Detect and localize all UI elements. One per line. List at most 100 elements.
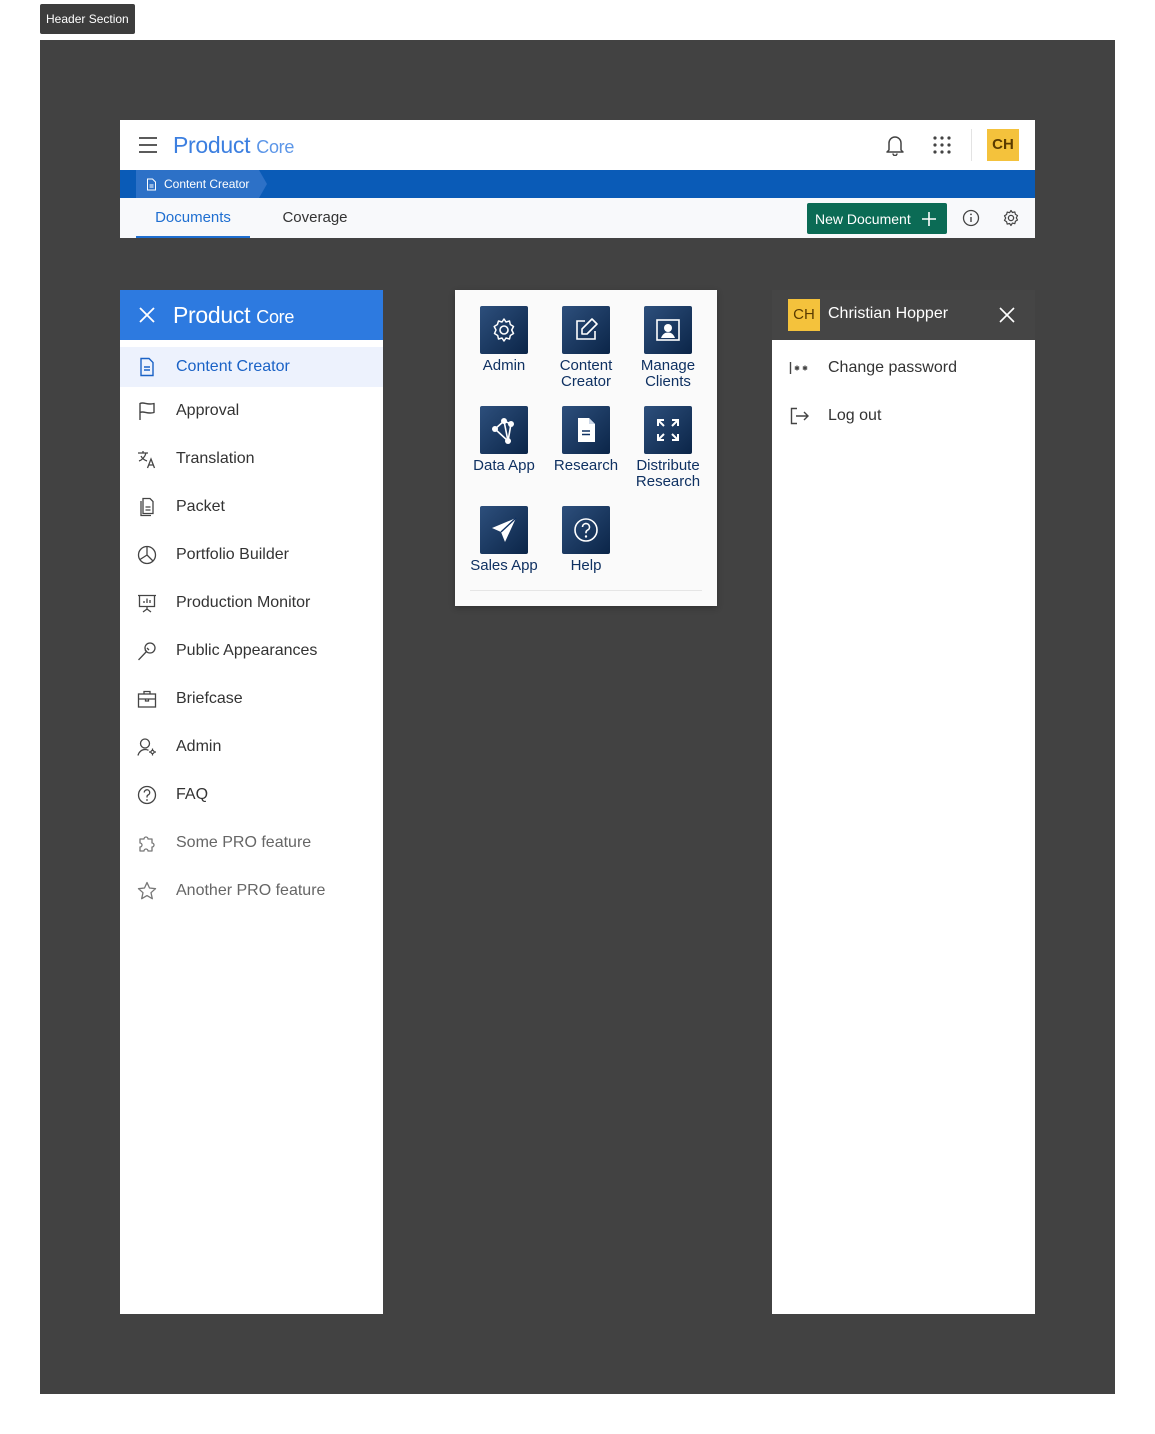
app-distribute-research[interactable]: Distribute Research bbox=[627, 406, 709, 490]
app-data-app[interactable]: Data App bbox=[463, 406, 545, 474]
sidebar-item-label: Another PRO feature bbox=[176, 882, 326, 899]
translate-icon bbox=[138, 451, 156, 469]
document-icon bbox=[140, 357, 154, 377]
gear-icon[interactable] bbox=[1002, 209, 1020, 227]
user-avatar: CH bbox=[788, 299, 820, 331]
sidenav-brand: Product Core bbox=[173, 301, 294, 331]
new-document-button[interactable]: New Document bbox=[807, 203, 947, 234]
logout-icon bbox=[790, 407, 809, 425]
app-label-line2: Creator bbox=[560, 373, 612, 390]
sidebar-item-label: Production Monitor bbox=[176, 594, 311, 611]
sidebar-item-briefcase[interactable]: Briefcase bbox=[120, 675, 383, 723]
brand-logo[interactable]: Product Core bbox=[173, 131, 294, 161]
sidebar-item-label: Content Creator bbox=[176, 358, 290, 375]
app-tile bbox=[644, 406, 692, 454]
close-icon[interactable] bbox=[998, 306, 1016, 324]
app-tile bbox=[562, 506, 610, 554]
edit-icon bbox=[576, 318, 598, 340]
document-icon bbox=[147, 178, 156, 190]
log-out-item[interactable]: Log out bbox=[772, 390, 1035, 438]
close-icon[interactable] bbox=[138, 306, 156, 324]
user-name: Christian Hopper bbox=[828, 305, 949, 322]
app-label-line2: Clients bbox=[645, 373, 691, 390]
password-icon bbox=[789, 362, 808, 374]
briefcase-icon bbox=[137, 690, 157, 708]
flag-icon bbox=[139, 402, 155, 420]
puzzle-icon bbox=[139, 836, 155, 852]
sidebar-item-label: Packet bbox=[176, 498, 225, 515]
change-password-label: Change password bbox=[828, 359, 957, 376]
brand-core: Core bbox=[256, 307, 295, 327]
bell-icon[interactable] bbox=[885, 134, 905, 156]
sidebar-item-label: FAQ bbox=[176, 786, 209, 803]
tab-documents[interactable]: Documents bbox=[136, 198, 250, 238]
sidebar-item-label: Briefcase bbox=[176, 690, 243, 707]
brand-core: Core bbox=[256, 137, 295, 157]
expand-icon bbox=[657, 419, 679, 441]
brand-product: Product bbox=[173, 302, 251, 328]
sidebar-item-some-pro-feature[interactable]: Some PRO feature bbox=[120, 819, 383, 867]
network-icon bbox=[492, 418, 514, 444]
app-label-line1: Manage bbox=[640, 357, 696, 374]
sidebar-item-portfolio-builder[interactable]: Portfolio Builder bbox=[120, 531, 383, 579]
apps-grid-icon[interactable] bbox=[933, 136, 951, 154]
app-label: Admin bbox=[482, 357, 526, 374]
sidebar-item-public-appearances[interactable]: Public Appearances bbox=[120, 627, 383, 675]
sidebar-item-label: Portfolio Builder bbox=[176, 546, 289, 563]
user-avatar[interactable]: CH bbox=[987, 129, 1019, 161]
app-content-creator[interactable]: Content Creator bbox=[545, 306, 627, 390]
sidebar-item-packet[interactable]: Packet bbox=[120, 483, 383, 531]
change-password-item[interactable]: Change password bbox=[772, 342, 1035, 390]
sidebar-item-label: Approval bbox=[176, 402, 240, 419]
sidebar-item-label: Some PRO feature bbox=[176, 834, 312, 851]
app-sales-app[interactable]: Sales App bbox=[463, 506, 545, 574]
sidebar-item-label: Admin bbox=[176, 738, 222, 755]
app-research[interactable]: Research bbox=[545, 406, 627, 474]
sidebar-item-production-monitor[interactable]: Production Monitor bbox=[120, 579, 383, 627]
hamburger-menu-icon[interactable] bbox=[138, 136, 158, 154]
app-tile bbox=[644, 306, 692, 354]
tab-bar: Documents Coverage New Document bbox=[120, 198, 1035, 238]
apps-divider bbox=[470, 590, 702, 591]
app-tile bbox=[562, 406, 610, 454]
sidebar-item-another-pro-feature[interactable]: Another PRO feature bbox=[120, 867, 383, 915]
side-navigation: Product Core Content Creator Approval Tr… bbox=[120, 290, 383, 1314]
app-label: Sales App bbox=[470, 557, 538, 574]
document-icon bbox=[578, 418, 595, 442]
question-icon bbox=[574, 518, 598, 542]
sidebar-item-label: Public Appearances bbox=[176, 642, 318, 659]
app-help[interactable]: Help bbox=[545, 506, 627, 574]
user-panel: CH Christian Hopper Change password Log … bbox=[772, 290, 1035, 1314]
app-manage-clients[interactable]: Manage Clients bbox=[627, 306, 709, 390]
microphone-icon bbox=[138, 642, 156, 661]
sidebar-item-content-creator[interactable]: Content Creator bbox=[120, 347, 383, 387]
app-header: Product Core CH Content Creator Document… bbox=[120, 120, 1035, 238]
app-label-line1: Content bbox=[559, 357, 613, 374]
sidebar-item-translation[interactable]: Translation bbox=[120, 435, 383, 483]
app-label: Distribute Research bbox=[627, 458, 709, 490]
info-icon[interactable] bbox=[962, 209, 980, 227]
user-gear-icon bbox=[137, 738, 156, 756]
app-label: Content Creator bbox=[545, 358, 627, 390]
breadcrumb-content-creator[interactable]: Content Creator bbox=[136, 170, 268, 198]
app-tile bbox=[480, 506, 528, 554]
app-admin[interactable]: Admin bbox=[463, 306, 545, 374]
packet-icon bbox=[140, 497, 154, 517]
sidebar-item-approval[interactable]: Approval bbox=[120, 387, 383, 435]
breadcrumb-label: Content Creator bbox=[164, 177, 250, 191]
app-tile bbox=[562, 306, 610, 354]
pie-chart-icon bbox=[137, 545, 157, 565]
log-out-label: Log out bbox=[828, 407, 882, 424]
user-panel-header: CH Christian Hopper bbox=[772, 290, 1035, 340]
app-label: Help bbox=[570, 557, 602, 574]
top-bar: Product Core CH bbox=[120, 120, 1035, 170]
plus-icon bbox=[921, 211, 936, 226]
sidenav-header: Product Core bbox=[120, 290, 383, 340]
app-switcher-panel: Admin Content Creator Manage Clients Data … bbox=[455, 290, 717, 606]
tab-coverage[interactable]: Coverage bbox=[270, 198, 360, 238]
header-divider bbox=[971, 129, 972, 161]
new-document-label: New Document bbox=[815, 210, 911, 227]
section-tag: Header Section bbox=[40, 4, 135, 34]
sidebar-item-admin[interactable]: Admin bbox=[120, 723, 383, 771]
sidebar-item-faq[interactable]: FAQ bbox=[120, 771, 383, 819]
